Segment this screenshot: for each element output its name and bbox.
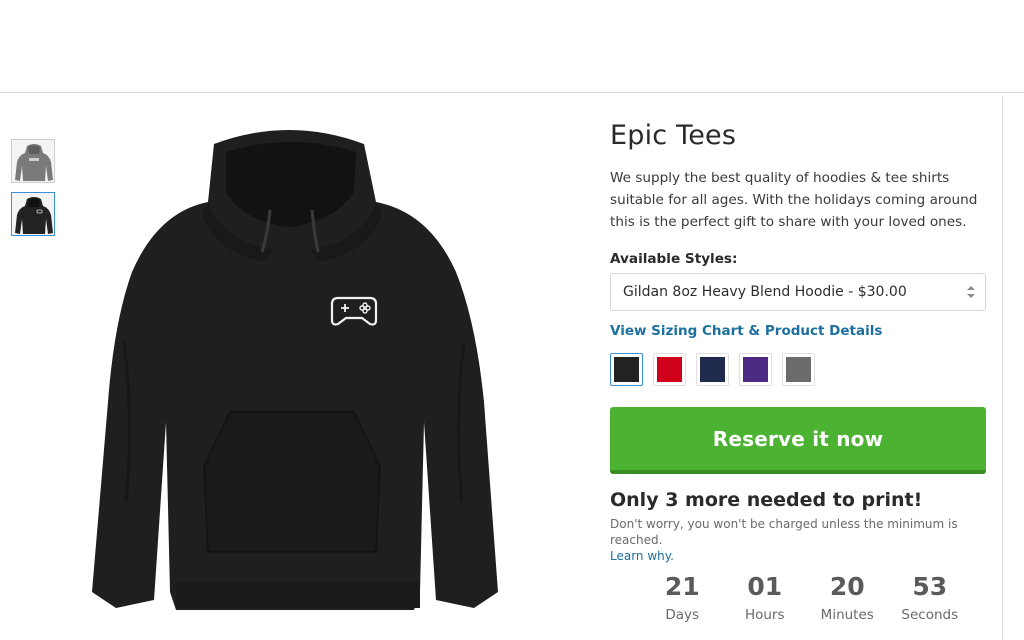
- countdown-days: 21 Days: [641, 572, 724, 623]
- countdown-hours: 01 Hours: [724, 572, 807, 623]
- countdown-seconds-value: 53: [912, 572, 948, 601]
- countdown-days-label: Days: [665, 607, 700, 623]
- top-header-area: [0, 0, 1024, 93]
- countdown-minutes-value: 20: [829, 572, 865, 601]
- reserve-button[interactable]: Reserve it now: [610, 407, 986, 474]
- thumbnail-gray-hoodie[interactable]: [11, 139, 55, 183]
- product-description: We supply the best quality of hoodies & …: [610, 170, 978, 230]
- style-select[interactable]: Gildan 8oz Heavy Blend Hoodie - $30.00: [610, 273, 986, 311]
- print-goal-text: Only 3 more needed to print!: [610, 489, 923, 511]
- swatch-black[interactable]: [610, 353, 643, 386]
- swatch-navy[interactable]: [696, 353, 729, 386]
- hoodie-thumbnail-image: [15, 144, 53, 181]
- color-swatches: [610, 353, 988, 386]
- select-arrows-icon: [967, 286, 975, 298]
- countdown-hours-label: Hours: [744, 607, 785, 623]
- swatch-gray[interactable]: [782, 353, 815, 386]
- hoodie-thumbnail-image: [15, 197, 53, 234]
- product-title: Epic Tees: [610, 120, 737, 151]
- sidebar-divider: [1002, 95, 1003, 640]
- charge-note-text: Don't worry, you won't be charged unless…: [610, 517, 958, 547]
- swatch-color: [700, 357, 725, 382]
- sizing-chart-link[interactable]: View Sizing Chart & Product Details: [610, 323, 988, 339]
- countdown-seconds: 53 Seconds: [889, 572, 972, 623]
- countdown-seconds-label: Seconds: [901, 607, 959, 623]
- style-select-value: Gildan 8oz Heavy Blend Hoodie - $30.00: [623, 284, 907, 300]
- thumbnail-black-hoodie[interactable]: [11, 192, 55, 236]
- product-image-black-hoodie: [92, 130, 498, 610]
- countdown-timer: 21 Days 01 Hours 20 Minutes 53 Seconds: [641, 572, 971, 623]
- swatch-color: [614, 357, 639, 382]
- countdown-hours-value: 01: [747, 572, 783, 601]
- swatch-purple[interactable]: [739, 353, 772, 386]
- countdown-minutes-label: Minutes: [820, 607, 874, 623]
- available-styles-label: Available Styles:: [610, 251, 738, 267]
- learn-why-link[interactable]: Learn why.: [610, 549, 674, 563]
- thumbnail-list: [11, 139, 55, 245]
- swatch-color: [657, 357, 682, 382]
- swatch-color: [743, 357, 768, 382]
- countdown-minutes: 20 Minutes: [806, 572, 889, 623]
- product-details-panel: Epic Tees We supply the best quality of …: [610, 120, 988, 564]
- charge-note: Don't worry, you won't be charged unless…: [610, 516, 988, 564]
- swatch-color: [786, 357, 811, 382]
- countdown-days-value: 21: [664, 572, 700, 601]
- swatch-red[interactable]: [653, 353, 686, 386]
